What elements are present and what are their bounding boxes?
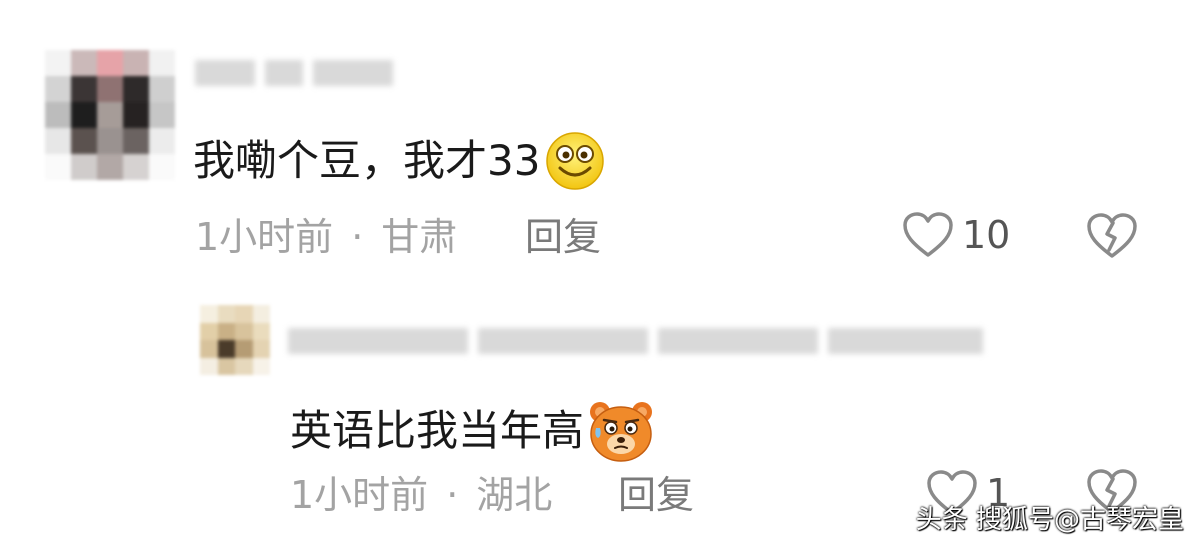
meta-separator: · (351, 215, 364, 259)
heart-icon (903, 212, 953, 257)
comment-text: 英语比我当年高 (290, 398, 656, 464)
watermark: 头条 搜狐号@古琴宏皇 (915, 505, 1184, 535)
comment-meta: 1小时前 · 湖北 (290, 470, 552, 520)
broken-heart-icon (1087, 213, 1137, 258)
comment-time: 1小时前 (195, 215, 334, 259)
username-blurred[interactable] (195, 60, 393, 86)
comment-1: 我嘞个豆，我才33 1小时前 · 甘肃 回复 10 (0, 0, 1200, 280)
dislike-button[interactable] (1086, 212, 1138, 264)
bear-face-icon (590, 402, 653, 462)
smiley-face-icon (546, 132, 605, 190)
avatar[interactable] (45, 50, 175, 180)
username-blurred[interactable] (288, 328, 983, 354)
meta-separator: · (446, 473, 459, 517)
avatar[interactable] (200, 305, 270, 375)
comment-text: 我嘞个豆，我才33 (193, 130, 606, 192)
reply-button[interactable]: 回复 (618, 470, 694, 520)
like-count: 10 (962, 213, 1011, 257)
comment-meta: 1小时前 · 甘肃 (195, 212, 457, 262)
reply-button[interactable]: 回复 (525, 212, 601, 262)
comment-location: 湖北 (476, 473, 553, 517)
comment-location: 甘肃 (381, 215, 458, 259)
comment-time: 1小时前 (290, 473, 429, 517)
like-button[interactable]: 10 (902, 210, 1010, 260)
